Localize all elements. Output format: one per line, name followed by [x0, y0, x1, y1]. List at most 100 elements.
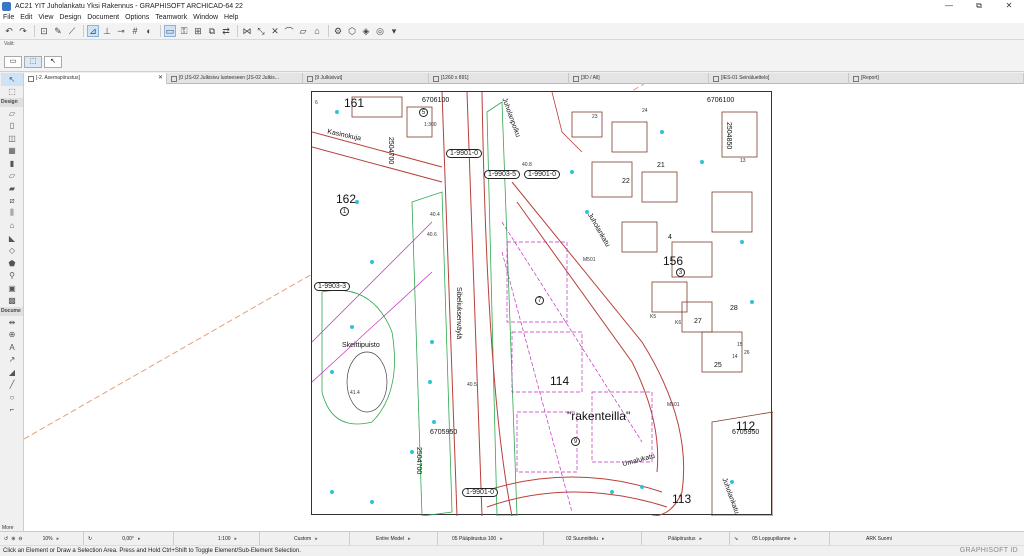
marquee-tool-icon[interactable]: ⬚ — [1, 86, 23, 99]
dropdown-arrow-icon[interactable]: ▸ — [57, 536, 60, 542]
menu-design[interactable]: Design — [59, 14, 81, 21]
rectangle-selection-icon[interactable]: ▭ — [4, 56, 22, 68]
redo-icon[interactable]: ↷ — [17, 25, 29, 37]
dropdown-arrow-icon[interactable]: ▸ — [408, 536, 411, 542]
orientation-field[interactable]: ↻ 0,00° ▸ — [84, 531, 174, 546]
menu-options[interactable]: Options — [125, 14, 149, 21]
tab-report[interactable]: [Report] — [849, 73, 1024, 84]
menu-document[interactable]: Document — [87, 14, 119, 21]
tab-1260x891[interactable]: [1260 x 891] — [429, 73, 569, 84]
dropdown-arrow-icon[interactable]: ▸ — [794, 536, 797, 542]
column-tool-icon[interactable]: ▮ — [1, 157, 23, 170]
snap-guides-icon[interactable]: ⊿ — [87, 25, 99, 37]
scale-field[interactable]: 1:100 ▸ — [174, 531, 260, 546]
undo-icon[interactable]: ↶ — [3, 25, 15, 37]
inject-icon[interactable]: ✎ — [52, 25, 64, 37]
tab-seinaluettelo[interactable]: [IES-01 Seinäluettelo] — [709, 73, 849, 84]
change-icon[interactable]: ⇄ — [220, 25, 232, 37]
window-tool-icon[interactable]: ◫ — [1, 132, 23, 145]
fill-tool-icon[interactable]: ◢ — [1, 366, 23, 379]
layout-view-icon[interactable]: ▭ — [164, 25, 176, 37]
dropdown-arrow-icon[interactable]: ▸ — [500, 536, 503, 542]
renovation-filter-field[interactable]: ⇘ 05 Loppupiilanne ▸ — [730, 531, 830, 546]
label-tool-icon[interactable]: ↗ — [1, 354, 23, 367]
dimension-style-field[interactable]: Pääpiirustus ▸ — [642, 531, 730, 546]
layer-combination-field[interactable]: Custom ▸ — [260, 531, 350, 546]
offset-icon[interactable]: ▱ — [297, 25, 309, 37]
tab-3d-all[interactable]: [3D / All] — [569, 73, 709, 84]
section-icon[interactable]: ◈ — [360, 25, 372, 37]
menu-view[interactable]: View — [38, 14, 53, 21]
morph-tool-icon[interactable]: ⬟ — [1, 257, 23, 270]
curtain-wall-tool-icon[interactable]: ▦ — [1, 145, 23, 158]
explode-icon[interactable]: ⌂ — [311, 25, 323, 37]
zone-tool-icon[interactable]: ▣ — [1, 282, 23, 295]
grid-snap-icon[interactable]: # — [129, 25, 141, 37]
slab-tool-icon[interactable]: ▰ — [1, 182, 23, 195]
pick-up-icon[interactable]: ⊡ — [38, 25, 50, 37]
dropdown-arrow-icon[interactable]: ▸ — [315, 536, 318, 542]
object-tool-icon[interactable]: ⚲ — [1, 270, 23, 283]
graphisoft-id-logo[interactable]: GRAPHISOFT ID — [960, 547, 1018, 554]
adjust-icon[interactable]: ⤡ — [255, 25, 267, 37]
skylight-tool-icon[interactable]: ◇ — [1, 245, 23, 258]
beam-tool-icon[interactable]: ⏥ — [1, 170, 23, 183]
menu-edit[interactable]: Edit — [20, 14, 32, 21]
arrow-select-icon[interactable]: ↖ — [44, 56, 62, 68]
toolbar-more-icon[interactable]: ▾ — [388, 25, 400, 37]
intersect-icon[interactable]: ✕ — [269, 25, 281, 37]
tab-asemapiirustus[interactable]: [-2. Asemapiirustus] ✕ — [24, 73, 167, 84]
close-button[interactable]: ✕ — [994, 0, 1024, 12]
dropdown-arrow-icon[interactable]: ▸ — [700, 536, 703, 542]
wall-tool-icon[interactable]: ▱ — [1, 107, 23, 120]
model-view-options-field[interactable]: 02 Suunnittelu ▸ — [544, 531, 642, 546]
line-tool-icon[interactable]: ╱ — [1, 379, 23, 392]
menu-teamwork[interactable]: Teamwork — [155, 14, 187, 21]
marquee-selection-icon[interactable]: ⬚ — [24, 56, 42, 68]
lock-icon[interactable]: ⚿ — [178, 25, 190, 37]
text-tool-icon[interactable]: A — [1, 341, 23, 354]
stair-tool-icon[interactable]: ⧄ — [1, 195, 23, 208]
zoom-in-icon[interactable]: ⊕ — [11, 536, 15, 542]
circle-tool-icon[interactable]: ○ — [1, 391, 23, 404]
arrow-tool-icon[interactable]: ↖ — [1, 73, 23, 86]
eyedropper-icon[interactable]: ⟋ — [66, 25, 78, 37]
menu-window[interactable]: Window — [193, 14, 218, 21]
pen-set-field[interactable]: 05 Pääpiirustus 100 ▸ — [438, 531, 544, 546]
graphic-override-field[interactable]: ARK Suomi — [830, 532, 920, 546]
door-tool-icon[interactable]: ▯ — [1, 120, 23, 133]
drawing-canvas[interactable]: 6 161 6706100 5 1:300 Kasinokuja 2504700… — [24, 84, 1024, 531]
split-icon[interactable]: ⋈ — [241, 25, 253, 37]
hotlink-icon[interactable]: ⧉ — [206, 25, 218, 37]
mesh-tool-icon[interactable]: ▩ — [1, 295, 23, 308]
fillet-icon[interactable]: ⌒ — [283, 25, 295, 37]
navigator-icon[interactable]: ◎ — [374, 25, 386, 37]
zoom-level-field[interactable]: ↺ ⊕ ⊖ 10% ▸ — [0, 531, 84, 546]
dropdown-arrow-icon[interactable]: ▸ — [138, 536, 141, 542]
model-view-field[interactable]: Entire Model ▸ — [350, 531, 438, 546]
level-dimension-tool-icon[interactable]: ⊕ — [1, 329, 23, 342]
element-info-icon[interactable]: ⊞ — [192, 25, 204, 37]
dimension-tool-icon[interactable]: ⇹ — [1, 316, 23, 329]
zoom-out-icon[interactable]: ⊖ — [18, 536, 22, 542]
roof-tool-icon[interactable]: ⌂ — [1, 220, 23, 233]
3d-view-icon[interactable]: ⬡ — [346, 25, 358, 37]
render-icon[interactable]: ⚙ — [332, 25, 344, 37]
polyline-tool-icon[interactable]: ⌐ — [1, 404, 23, 417]
undo-zoom-icon[interactable]: ↺ — [4, 536, 8, 542]
tab-julkisivut[interactable]: [9 Julkisivut] — [303, 73, 429, 84]
site-plan-sheet[interactable]: 6 161 6706100 5 1:300 Kasinokuja 2504700… — [311, 91, 773, 516]
dropdown-arrow-icon[interactable]: ▸ — [235, 536, 238, 542]
railing-tool-icon[interactable]: ⫼ — [1, 207, 23, 220]
menu-file[interactable]: File — [3, 14, 14, 21]
guide-lines-icon[interactable]: ⊥ — [101, 25, 113, 37]
menu-help[interactable]: Help — [224, 14, 238, 21]
snap-points-icon[interactable]: ⊸ — [115, 25, 127, 37]
minimize-button[interactable]: — — [934, 0, 964, 12]
restore-button[interactable]: ⧉ — [964, 0, 994, 12]
tab-julkisivu-luoteeseen[interactable]: [0 |JS-02 Julkisivu luoteeseen [JS-02 Ju… — [167, 73, 303, 84]
dropdown-arrow-icon[interactable]: ▸ — [602, 536, 605, 542]
close-icon[interactable]: ✕ — [158, 73, 163, 84]
trace-icon[interactable]: ◐ — [143, 25, 155, 37]
shell-tool-icon[interactable]: ◣ — [1, 232, 23, 245]
